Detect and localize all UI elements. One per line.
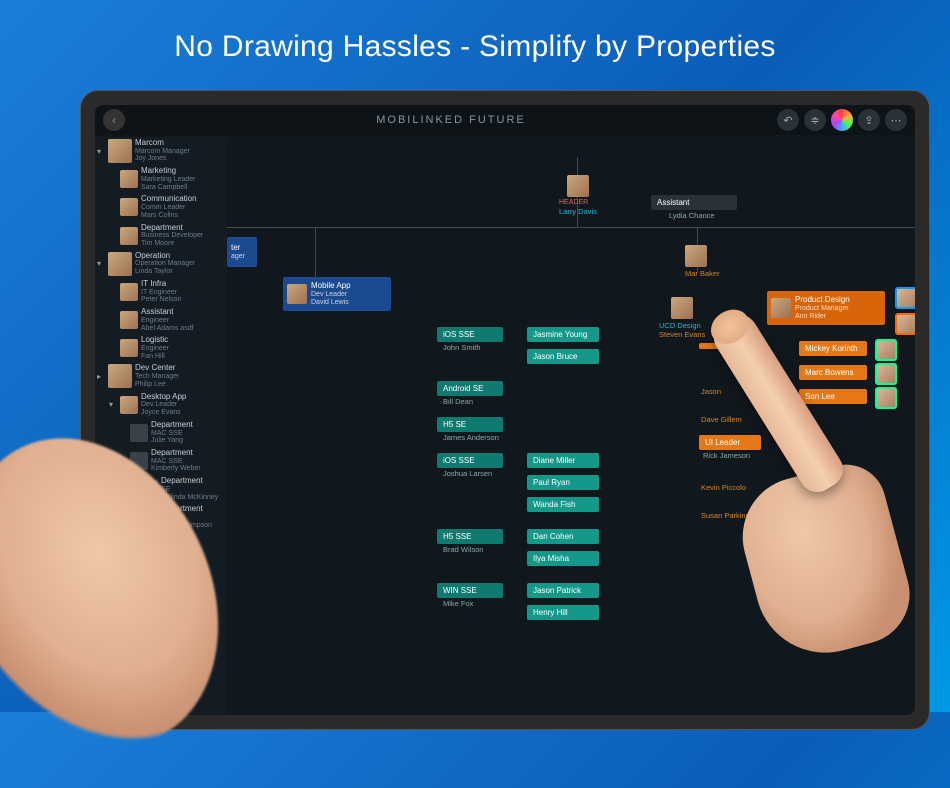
back-button[interactable]: ‹: [103, 109, 125, 131]
sidebar-item[interactable]: DepartmentBusiness DeveloperTim Moore: [95, 222, 227, 250]
person-node[interactable]: Henry Hill: [527, 605, 599, 620]
sidebar-item[interactable]: MarketingMarketing LeaderSara Campbell: [95, 165, 227, 193]
sidebar-item[interactable]: ▾OperationOperation ManagerLinda Taylor: [95, 250, 227, 278]
person-node[interactable]: Jason Patrick: [527, 583, 599, 598]
role-name: Mike Fox: [443, 599, 473, 608]
role-name: James Anderson: [443, 433, 499, 442]
person-node[interactable]: Wanda Fish: [527, 497, 599, 512]
app-title: MOBILINKED FUTURE: [376, 114, 526, 126]
person-thumb[interactable]: [895, 287, 915, 309]
person-node[interactable]: Paul Ryan: [527, 475, 599, 490]
mobile-app-card[interactable]: Mobile App Dev Leader David Lewis: [283, 277, 391, 311]
partial-card[interactable]: terager: [227, 237, 257, 267]
sidebar-item[interactable]: ▾Desktop AppDev LeaderJoyce Evans: [95, 391, 227, 419]
person-node[interactable]: Jasmine Young: [527, 327, 599, 342]
sidebar-item[interactable]: AssistantEngineerAbel Adams asdf: [95, 306, 227, 334]
person-thumb[interactable]: [895, 313, 915, 335]
topbar: ‹ MOBILINKED FUTURE ↶ ≑ ⇪ ⋯: [95, 105, 915, 135]
sidebar-item[interactable]: ▸Dev CenterTech ManagerPhilip Lee: [95, 362, 227, 390]
sidebar-item[interactable]: LogisticEngineerFan Hill: [95, 334, 227, 362]
sidebar-item[interactable]: IT InfraIT EngineerPeter Nelson: [95, 278, 227, 306]
hand-right: [660, 302, 880, 602]
person-node[interactable]: Ilya Misha: [527, 551, 599, 566]
role-node[interactable]: iOS SSE: [437, 327, 503, 342]
mar-baker-node[interactable]: Mar Baker: [685, 245, 720, 278]
layout-button[interactable]: ≑: [804, 109, 826, 131]
root-node[interactable]: HEADER Larry Davis: [559, 175, 597, 216]
role-node[interactable]: H5 SE: [437, 417, 503, 432]
role-name: Bill Dean: [443, 397, 473, 406]
role-name: Joshua Larsen: [443, 469, 492, 478]
role-name: John Smith: [443, 343, 481, 352]
person-node[interactable]: Jason Bruce: [527, 349, 599, 364]
person-node[interactable]: Diane Miller: [527, 453, 599, 468]
undo-button[interactable]: ↶: [777, 109, 799, 131]
sidebar-item[interactable]: ▾MarcomMarcom ManagerJoy Jones: [95, 137, 227, 165]
assistant-name: Lydia Chance: [669, 211, 715, 220]
role-node[interactable]: H5 SSE: [437, 529, 503, 544]
share-button[interactable]: ⇪: [858, 109, 880, 131]
sidebar-item[interactable]: CommunicationComm LeaderMars Colins: [95, 193, 227, 221]
color-button[interactable]: [831, 109, 853, 131]
role-node[interactable]: Android SE: [437, 381, 503, 396]
role-node[interactable]: iOS SSE: [437, 453, 503, 468]
toolbar: ↶ ≑ ⇪ ⋯: [777, 109, 907, 131]
person-node[interactable]: Dan Cohen: [527, 529, 599, 544]
more-button[interactable]: ⋯: [885, 109, 907, 131]
page-headline: No Drawing Hassles - Simplify by Propert…: [0, 0, 950, 84]
role-name: Brad Wilson: [443, 545, 483, 554]
assistant-node[interactable]: Assistant: [651, 195, 737, 210]
sidebar-item[interactable]: DepartmentMAC SSEJulie Yang: [95, 419, 227, 447]
role-node[interactable]: WIN SSE: [437, 583, 503, 598]
